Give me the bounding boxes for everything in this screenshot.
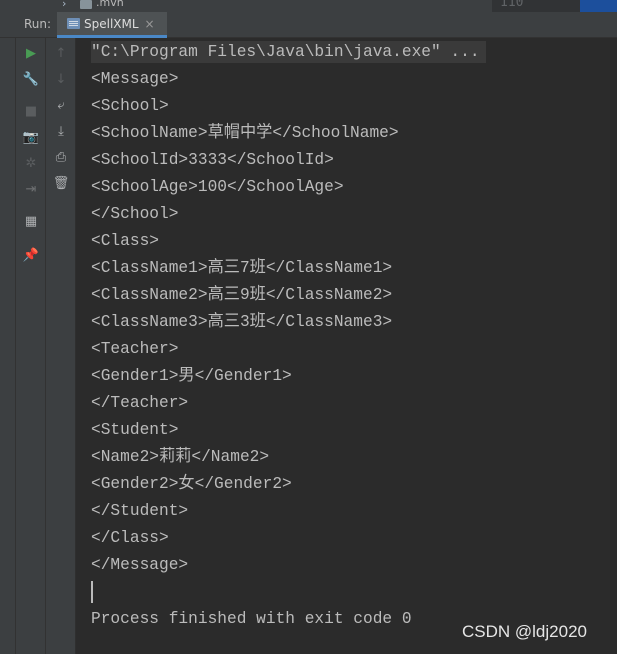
console-line: <SchoolAge>100</SchoolAge> (91, 178, 344, 196)
console-line: <SchoolId>3333</SchoolId> (91, 151, 334, 169)
layout-icon[interactable]: ▦ (16, 210, 46, 232)
run-toolbar-primary: ▶ 🔧 ■ 📷 ✲ ⇥ ▦ 📌 (16, 38, 46, 654)
console-line: <Teacher> (91, 340, 179, 358)
console-line: <Gender2>女</Gender2> (91, 475, 292, 493)
console-output[interactable]: "C:\Program Files\Java\bin\java.exe" ...… (77, 38, 617, 654)
print-icon[interactable]: ⎙ (46, 146, 76, 168)
scroll-up-icon[interactable]: ↑ (46, 42, 76, 64)
console-line: <ClassName3>高三3班</ClassName3> (91, 313, 393, 331)
stop-icon[interactable]: ■ (16, 100, 46, 122)
application-icon (67, 18, 80, 29)
line-number: 110 (500, 0, 524, 10)
scroll-to-end-icon[interactable]: ⤓ (46, 120, 76, 142)
console-line: </Message> (91, 556, 189, 574)
exit-icon[interactable]: ⇥ (16, 178, 46, 200)
console-line: <Name2>莉莉</Name2> (91, 448, 270, 466)
run-tool-window-header: Run: SpellXML × (0, 12, 617, 38)
structure-stripe-label[interactable]: ure (0, 632, 1, 648)
tab-spellxml[interactable]: SpellXML × (57, 12, 167, 38)
run-label: Run: (24, 17, 52, 31)
console-line: </School> (91, 205, 179, 223)
tree-expand-icon[interactable]: › (62, 0, 66, 10)
folder-icon (80, 0, 92, 9)
wrench-icon[interactable]: 🔧 (16, 68, 46, 90)
console-line: <School> (91, 97, 169, 115)
text-cursor (91, 581, 93, 603)
console-line: <Message> (91, 70, 179, 88)
console-line: <SchoolName>草帽中学</SchoolName> (91, 124, 399, 142)
soft-wrap-icon[interactable]: ⤶ (46, 94, 76, 116)
console-line: <Student> (91, 421, 179, 439)
scroll-down-icon[interactable]: ↓ (46, 68, 76, 90)
watermark: CSDN @ldj2020 (462, 622, 587, 641)
console-line: </Teacher> (91, 394, 189, 412)
left-tool-stripe: ure (0, 38, 16, 654)
console-line: <Class> (91, 232, 159, 250)
project-tree-strip: › .mvn 110 (0, 0, 617, 12)
console-line: <ClassName1>高三7班</ClassName1> (91, 259, 393, 277)
tree-item-mvn[interactable]: .mvn (96, 0, 124, 9)
debug-settings-icon[interactable]: ✲ (16, 152, 46, 174)
tab-label: SpellXML (84, 16, 139, 31)
run-toolbar-secondary: ↑ ↓ ⤶ ⤓ ⎙ 🗑 (46, 38, 76, 654)
console-line: </Student> (91, 502, 189, 520)
console-command-line: "C:\Program Files\Java\bin\java.exe" ... (91, 41, 486, 63)
console-line: </Class> (91, 529, 169, 547)
console-line: <ClassName2>高三9班</ClassName2> (91, 286, 393, 304)
pin-icon[interactable]: 📌 (16, 244, 46, 266)
selection-highlight (580, 0, 617, 12)
console-exit-message: Process finished with exit code 0 (91, 610, 412, 628)
console-line: <Gender1>男</Gender1> (91, 367, 292, 385)
trash-icon[interactable]: 🗑 (46, 172, 76, 194)
rerun-icon[interactable]: ▶ (16, 42, 46, 64)
close-icon[interactable]: × (145, 17, 155, 31)
camera-icon[interactable]: 📷 (16, 126, 46, 148)
